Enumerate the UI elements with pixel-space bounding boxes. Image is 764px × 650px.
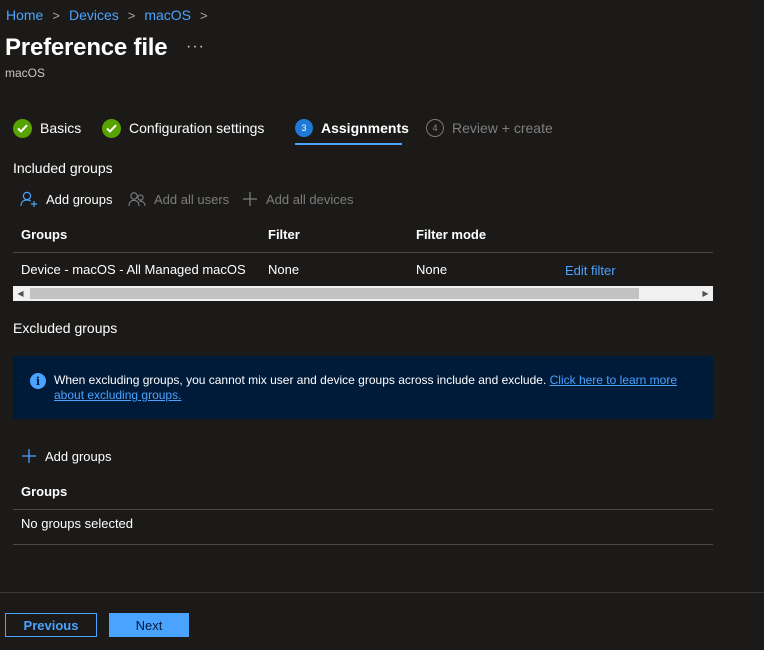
wizard-steps: Basics Configuration settings 3 Assignme…	[13, 118, 573, 148]
scroll-left-icon[interactable]: ◀	[13, 286, 28, 301]
step-label: Configuration settings	[129, 120, 265, 136]
column-header-filter-mode[interactable]: Filter mode	[416, 227, 486, 242]
more-options-button[interactable]: ···	[186, 38, 205, 56]
included-groups-title: Included groups	[13, 160, 113, 176]
table-divider	[13, 509, 713, 510]
breadcrumb-home[interactable]: Home	[6, 7, 43, 23]
info-message: When excluding groups, you cannot mix us…	[54, 373, 694, 403]
step-number-icon: 4	[426, 119, 444, 137]
step-assignments[interactable]: 3 Assignments	[295, 118, 409, 138]
add-all-devices-label: Add all devices	[266, 191, 354, 207]
add-all-users-button[interactable]: Add all users	[128, 191, 229, 208]
chevron-right-icon: >	[127, 7, 136, 23]
excluded-groups-title: Excluded groups	[13, 320, 118, 336]
active-step-indicator	[295, 143, 402, 145]
column-header-filter[interactable]: Filter	[268, 227, 300, 242]
next-button[interactable]: Next	[109, 613, 189, 637]
breadcrumb-macos[interactable]: macOS	[144, 7, 191, 23]
empty-state-text: No groups selected	[21, 516, 134, 531]
column-header-groups[interactable]: Groups	[21, 227, 67, 242]
plus-icon	[22, 449, 36, 463]
checkmark-icon	[102, 118, 121, 138]
chevron-right-icon: >	[200, 7, 208, 23]
add-all-devices-button[interactable]: Add all devices	[242, 191, 353, 207]
scrollbar-thumb[interactable]	[30, 288, 639, 299]
checkmark-icon	[13, 118, 32, 138]
footer-divider	[0, 592, 764, 593]
row-filter-mode-value: None	[416, 262, 448, 277]
add-user-icon	[20, 191, 37, 207]
breadcrumb: Home > Devices > macOS >	[6, 7, 217, 23]
add-groups-label: Add groups	[46, 192, 113, 207]
page-title: Preference file	[5, 34, 168, 61]
breadcrumb-devices[interactable]: Devices	[69, 7, 119, 23]
add-excluded-groups-button[interactable]: Add groups	[21, 448, 112, 464]
users-icon	[128, 192, 146, 207]
table-divider	[13, 544, 713, 545]
row-filter-value: None	[268, 262, 300, 277]
horizontal-scrollbar[interactable]: ◀ ▶	[13, 286, 713, 301]
add-groups-label: Add groups	[45, 448, 112, 464]
step-basics[interactable]: Basics	[13, 118, 81, 138]
add-groups-button[interactable]: Add groups	[20, 191, 113, 208]
step-label: Basics	[40, 120, 82, 136]
step-label: Assignments	[321, 120, 409, 136]
info-banner: i When excluding groups, you cannot mix …	[13, 356, 713, 419]
plus-icon	[243, 192, 257, 206]
step-review-create[interactable]: 4 Review + create	[426, 118, 553, 138]
table-divider	[13, 252, 713, 253]
chevron-right-icon: >	[52, 7, 60, 23]
row-group-name: Device - macOS - All Managed macOS	[21, 262, 246, 277]
add-all-users-label: Add all users	[154, 192, 230, 207]
scroll-right-icon[interactable]: ▶	[698, 286, 713, 301]
info-icon: i	[30, 373, 46, 389]
edit-filter-link[interactable]: Edit filter	[565, 263, 616, 278]
step-configuration-settings[interactable]: Configuration settings	[102, 118, 264, 138]
page-subtitle: macOS	[5, 66, 46, 80]
step-number-icon: 3	[295, 119, 313, 137]
column-header-groups[interactable]: Groups	[21, 484, 67, 499]
info-text: When excluding groups, you cannot mix us…	[54, 373, 550, 387]
previous-button[interactable]: Previous	[5, 613, 97, 637]
step-label: Review + create	[452, 120, 553, 136]
